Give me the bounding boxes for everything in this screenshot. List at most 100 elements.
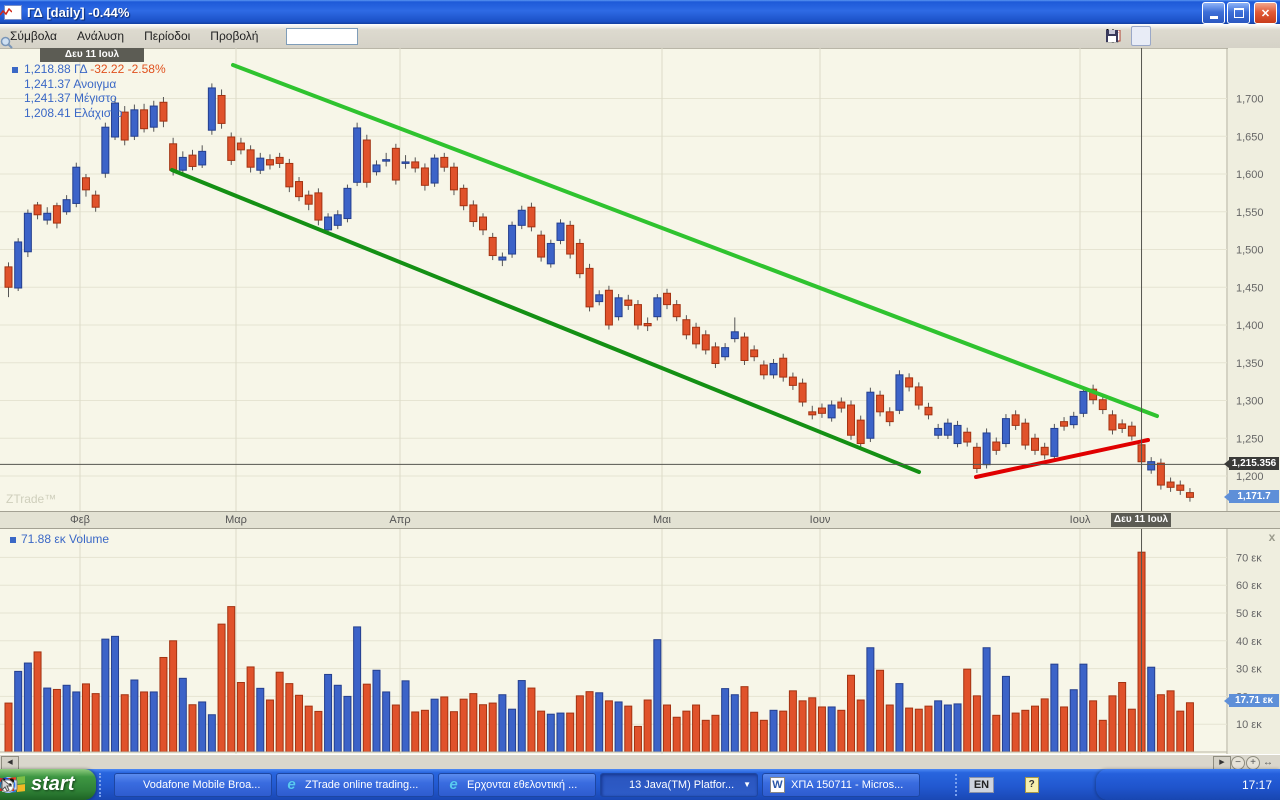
volume-bar xyxy=(809,698,816,752)
clock: 17:17 xyxy=(1242,778,1272,792)
taskbar-button-2[interactable]: eZTrade online trading... xyxy=(276,773,434,797)
candle xyxy=(199,151,206,165)
candle xyxy=(1022,423,1029,445)
taskbar-button-1[interactable]: Vodafone Mobile Broa... xyxy=(114,773,272,797)
volume-bar xyxy=(528,688,535,752)
volume-bar xyxy=(1070,690,1077,752)
upper-channel[interactable] xyxy=(233,65,1157,416)
candle xyxy=(189,155,196,166)
taskbar-button-3[interactable]: eΕρχονται εθελοντική ... xyxy=(438,773,596,797)
group-dropdown-icon[interactable]: ▼ xyxy=(743,780,751,789)
price-pane[interactable]: 1,7001,6501,6001,5501,5001,4501,4001,350… xyxy=(0,48,1280,511)
zoom-in-button[interactable]: + xyxy=(1246,756,1260,770)
candle xyxy=(34,205,41,215)
volume-bar xyxy=(683,711,690,752)
zoom-out-button[interactable]: − xyxy=(1231,756,1245,770)
candle xyxy=(24,213,31,252)
candle xyxy=(53,206,60,223)
chart-icon[interactable] xyxy=(1233,27,1251,45)
taskbar-button-5[interactable]: WΧΠΑ 150711 - Micros... xyxy=(762,773,920,797)
volume-bar xyxy=(373,670,380,752)
quick-launch-separator xyxy=(99,773,109,797)
window-restore-icon[interactable] xyxy=(1046,776,1063,793)
volume-bar xyxy=(1128,709,1135,752)
grid-icon[interactable] xyxy=(1158,27,1176,45)
price-tick-label: 1,600 xyxy=(1236,169,1264,181)
ztrade-chart-icon[interactable] xyxy=(1123,776,1140,793)
candle xyxy=(421,168,428,185)
volume-bar xyxy=(935,701,942,752)
candle xyxy=(305,195,312,204)
volume-bar xyxy=(237,683,244,753)
taskbar-button-4[interactable]: 13 Java(TM) Platfor... ▼ xyxy=(600,773,758,797)
volume-bar xyxy=(257,688,264,752)
minimize-button[interactable] xyxy=(1202,2,1225,24)
trendline-icon[interactable] xyxy=(1183,27,1201,45)
close-button[interactable]: ✕ xyxy=(1254,2,1277,24)
candle xyxy=(266,160,273,165)
taskbar: start Vodafone Mobile Broa...eZTrade onl… xyxy=(0,769,1280,800)
candle xyxy=(983,433,990,465)
candle xyxy=(625,300,632,305)
candle xyxy=(1167,482,1174,487)
pointer-icon[interactable] xyxy=(1215,776,1232,793)
candle xyxy=(518,210,525,225)
volume-bar xyxy=(354,627,361,752)
candle xyxy=(828,405,835,418)
crosshair-icon[interactable] xyxy=(1131,26,1151,46)
price-tick-label: 1,700 xyxy=(1236,94,1264,106)
volume-bar xyxy=(547,714,554,752)
green-box-icon[interactable] xyxy=(1146,776,1163,793)
candle xyxy=(615,298,622,317)
save-icon[interactable] xyxy=(1258,27,1276,45)
hide-chevron-icon[interactable] xyxy=(1100,776,1117,793)
volume-bar xyxy=(1157,695,1164,752)
crosshair-date-tag-top: Δευ 11 Ιουλ xyxy=(40,48,144,62)
volume-bar xyxy=(34,652,41,752)
candle xyxy=(1041,447,1048,455)
candle xyxy=(431,158,438,183)
lower-channel[interactable] xyxy=(172,170,919,472)
candle xyxy=(557,223,564,240)
taskbar-button-label: 13 Java(TM) Platfor... xyxy=(629,779,734,791)
time-scrollbar[interactable]: ◀ ▶ − + ↔ xyxy=(0,754,1280,770)
candle xyxy=(877,395,884,412)
volume-bar xyxy=(1186,703,1193,752)
volume-bar xyxy=(1022,710,1029,752)
volume-bar xyxy=(751,712,758,752)
volume-bar xyxy=(170,641,177,752)
price-tick-label: 1,350 xyxy=(1236,358,1264,370)
dotted-line-icon[interactable] xyxy=(1208,27,1226,45)
volume-bar xyxy=(605,701,612,752)
restore-button[interactable] xyxy=(1227,2,1250,24)
volume-bar xyxy=(412,712,419,752)
symbol-search-input[interactable] xyxy=(286,28,358,45)
volume-close-icon[interactable]: x xyxy=(1266,530,1278,544)
candle xyxy=(576,243,583,273)
candle xyxy=(383,160,390,162)
candle xyxy=(809,412,816,415)
volume-bar xyxy=(557,713,564,752)
volume-bar xyxy=(789,691,796,752)
volume-pane[interactable]: 70 εκ60 εκ50 εκ40 εκ30 εκ20 εκ10 εκ xyxy=(0,528,1280,754)
volume-bar xyxy=(731,695,738,752)
menu-item-3[interactable]: Περίοδοι xyxy=(134,26,200,46)
legend-row-2: 1,241.37 Μέγιστο xyxy=(12,91,166,106)
keyboard-icon[interactable] xyxy=(1000,776,1017,793)
volume-bar xyxy=(383,692,390,752)
panda-icon[interactable] xyxy=(1192,776,1209,793)
help-note-icon[interactable]: ? xyxy=(1023,776,1040,793)
candle xyxy=(1186,493,1193,498)
price-tick-label: 1,550 xyxy=(1236,207,1264,219)
price-tick-label: 1,400 xyxy=(1236,320,1264,332)
candle xyxy=(528,207,535,227)
candle xyxy=(373,165,380,172)
support-line[interactable] xyxy=(976,440,1148,477)
language-indicator[interactable]: EN xyxy=(969,777,994,793)
volume-bar xyxy=(499,695,506,752)
legend-change-line: 1,218.88 ΓΔ -32.22 -2.58% xyxy=(12,62,166,77)
menu-item-4[interactable]: Προβολή xyxy=(200,26,268,46)
bluetooth-icon[interactable] xyxy=(1169,776,1186,793)
menu-item-2[interactable]: Ανάλυση xyxy=(67,26,134,46)
fit-width-icon[interactable]: ↔ xyxy=(1263,757,1273,768)
